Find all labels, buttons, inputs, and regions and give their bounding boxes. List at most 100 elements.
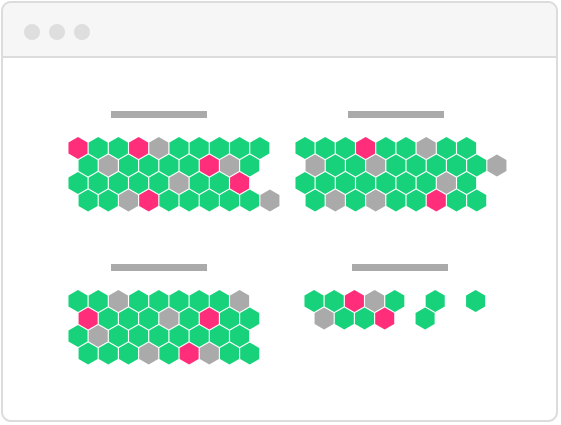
hexagon-active[interactable] (457, 172, 477, 194)
hexagon-inactive[interactable] (118, 189, 139, 212)
hexagon-inactive[interactable] (365, 290, 385, 312)
hexagon-inactive[interactable] (149, 137, 169, 159)
hexagon-alert[interactable] (68, 137, 88, 159)
hexagon-active[interactable] (108, 172, 128, 194)
hexagon-alert[interactable] (230, 172, 250, 194)
hexagon-alert[interactable] (344, 290, 364, 312)
hexagon-active[interactable] (466, 290, 486, 312)
hexagon-active[interactable] (406, 154, 426, 177)
hexagon-active[interactable] (335, 137, 355, 159)
hexagon-inactive[interactable] (139, 342, 159, 365)
hexagon-active[interactable] (169, 137, 189, 159)
hexagon-active[interactable] (149, 290, 169, 312)
hexagon-inactive[interactable] (108, 290, 128, 312)
hexagon-active[interactable] (199, 189, 219, 212)
hexagon-active[interactable] (78, 189, 98, 212)
hexagon-active[interactable] (118, 342, 139, 365)
hexagon-active[interactable] (108, 137, 128, 159)
hexagon-inactive[interactable] (98, 154, 118, 177)
hexagon-active[interactable] (88, 137, 108, 159)
hexagon-active[interactable] (295, 137, 315, 159)
hexagon-alert[interactable] (129, 137, 149, 159)
hexagon-active[interactable] (345, 154, 366, 177)
hexagon-active[interactable] (396, 172, 416, 194)
hexagon-alert[interactable] (179, 342, 199, 365)
hexagon-alert[interactable] (199, 154, 219, 177)
hexagon-active[interactable] (230, 325, 250, 347)
hexagon-inactive[interactable] (260, 189, 280, 212)
hexagon-active[interactable] (68, 172, 88, 194)
hexagon-active[interactable] (129, 325, 149, 347)
hexagon-active[interactable] (334, 307, 354, 330)
hexagon-active[interactable] (129, 172, 149, 194)
hexagon-active[interactable] (219, 307, 240, 330)
hexagon-active[interactable] (295, 172, 315, 194)
hexagon-inactive[interactable] (325, 189, 345, 212)
hexagon-active[interactable] (149, 325, 169, 347)
hexagon-alert[interactable] (78, 307, 98, 330)
hexagon-active[interactable] (179, 189, 199, 212)
hexagon-active[interactable] (219, 342, 240, 365)
hexagon-active[interactable] (385, 290, 405, 312)
hexagon-inactive[interactable] (366, 154, 386, 177)
hexagon-inactive[interactable] (416, 137, 436, 159)
hexagon-alert[interactable] (139, 189, 159, 212)
hexagon-active[interactable] (324, 290, 344, 312)
hexagon-inactive[interactable] (219, 154, 240, 177)
hexagon-inactive[interactable] (230, 290, 250, 312)
hexagon-active[interactable] (415, 307, 435, 330)
hexagon-active[interactable] (169, 290, 189, 312)
hexagon-inactive[interactable] (169, 172, 189, 194)
hexagon-active[interactable] (209, 325, 229, 347)
hexagon-active[interactable] (189, 290, 209, 312)
hexagon-active[interactable] (240, 307, 260, 330)
hexagon-active[interactable] (345, 189, 366, 212)
hexagon-active[interactable] (467, 154, 487, 177)
hexagon-active[interactable] (88, 172, 108, 194)
hexagon-active[interactable] (457, 137, 477, 159)
hexagon-active[interactable] (376, 137, 396, 159)
hexagon-active[interactable] (179, 307, 199, 330)
hexagon-active[interactable] (209, 137, 229, 159)
hexagon-active[interactable] (209, 172, 229, 194)
hexagon-alert[interactable] (426, 189, 446, 212)
hexagon-active[interactable] (436, 137, 456, 159)
hexagon-alert[interactable] (199, 307, 219, 330)
hexagon-active[interactable] (78, 154, 98, 177)
hexagon-active[interactable] (189, 172, 209, 194)
hexagon-active[interactable] (446, 189, 467, 212)
hexagon-active[interactable] (179, 154, 199, 177)
hexagon-active[interactable] (467, 189, 487, 212)
hexagon-active[interactable] (315, 172, 335, 194)
hexagon-alert[interactable] (375, 307, 395, 330)
hexagon-active[interactable] (98, 307, 118, 330)
hexagon-inactive[interactable] (88, 325, 108, 347)
hexagon-active[interactable] (425, 290, 445, 312)
hexagon-active[interactable] (240, 189, 260, 212)
hexagon-active[interactable] (386, 189, 406, 212)
hexagon-active[interactable] (250, 137, 270, 159)
hexagon-active[interactable] (129, 290, 149, 312)
hexagon-inactive[interactable] (199, 342, 219, 365)
hexagon-active[interactable] (189, 325, 209, 347)
hexagon-active[interactable] (118, 307, 139, 330)
hexagon-active[interactable] (354, 307, 375, 330)
hexagon-active[interactable] (88, 290, 108, 312)
hexagon-inactive[interactable] (436, 172, 456, 194)
hexagon-active[interactable] (68, 290, 88, 312)
hexagon-inactive[interactable] (366, 189, 386, 212)
hexagon-active[interactable] (209, 290, 229, 312)
hexagon-active[interactable] (416, 172, 436, 194)
hexagon-active[interactable] (189, 137, 209, 159)
hexagon-inactive[interactable] (305, 154, 325, 177)
hexagon-active[interactable] (159, 189, 179, 212)
hexagon-active[interactable] (98, 342, 118, 365)
hexagon-active[interactable] (98, 189, 118, 212)
hexagon-active[interactable] (240, 342, 260, 365)
hexagon-active[interactable] (325, 154, 345, 177)
hexagon-active[interactable] (68, 325, 88, 347)
hexagon-active[interactable] (108, 325, 128, 347)
hexagon-active[interactable] (426, 154, 446, 177)
hexagon-active[interactable] (139, 307, 159, 330)
hexagon-active[interactable] (78, 342, 98, 365)
